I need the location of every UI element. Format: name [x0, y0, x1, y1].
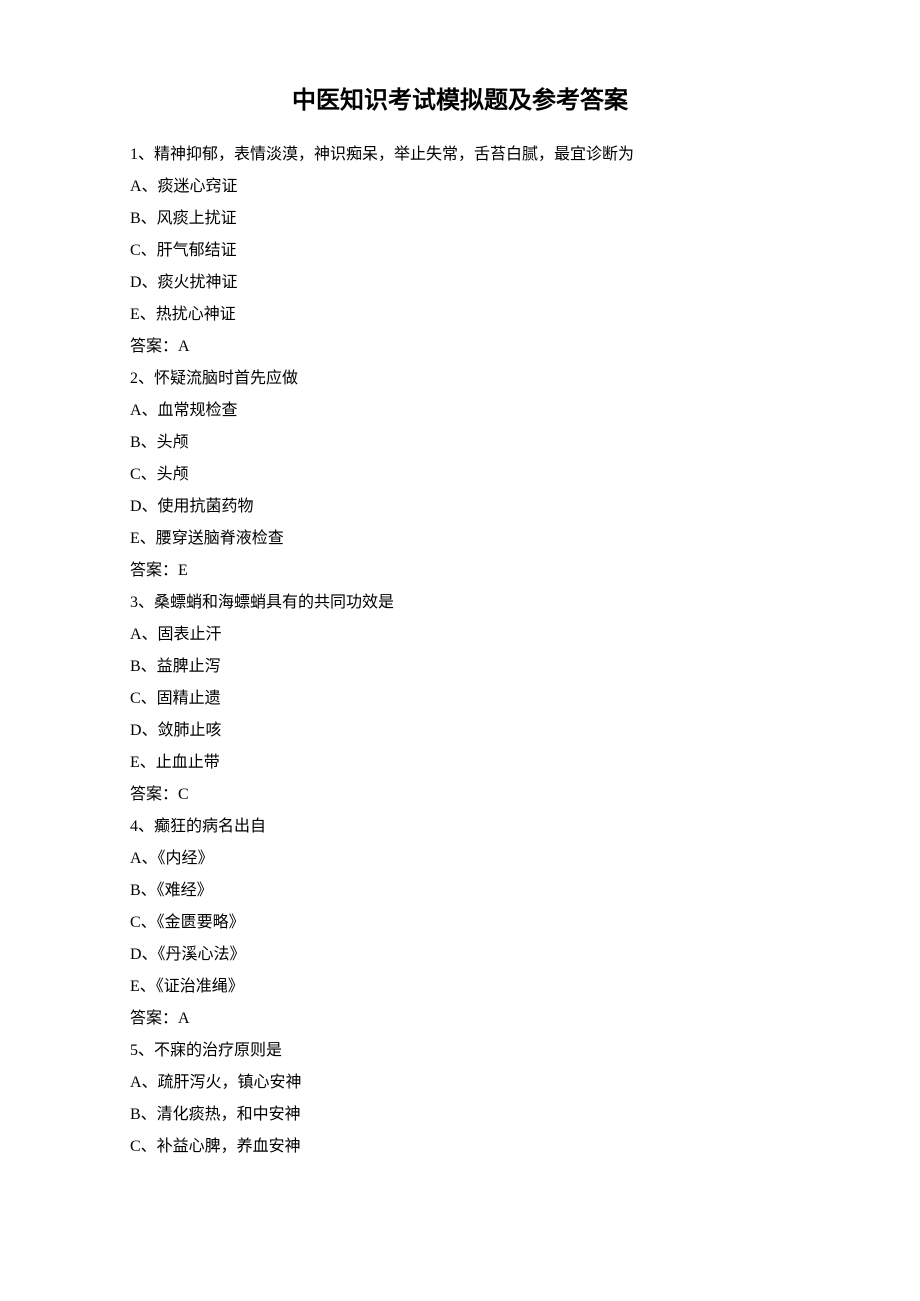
question-option: D、《丹溪心法》 [130, 939, 790, 971]
question-stem: 5、不寐的治疗原则是 [130, 1035, 790, 1067]
document-page: 中医知识考试模拟题及参考答案 1、精神抑郁，表情淡漠，神识痴呆，举止失常，舌苔白… [0, 0, 920, 1223]
question-stem: 4、癫狂的病名出自 [130, 811, 790, 843]
question-option: E、腰穿送脑脊液检查 [130, 523, 790, 555]
question-option: B、益脾止泻 [130, 651, 790, 683]
question-option: E、《证治准绳》 [130, 971, 790, 1003]
question-option: A、血常规检查 [130, 395, 790, 427]
question-option: B、《难经》 [130, 875, 790, 907]
question-option: A、《内经》 [130, 843, 790, 875]
question-option: A、疏肝泻火，镇心安神 [130, 1067, 790, 1099]
question-option: E、热扰心神证 [130, 299, 790, 331]
question-answer: 答案：A [130, 1003, 790, 1035]
question-stem: 2、怀疑流脑时首先应做 [130, 363, 790, 395]
question-answer: 答案：E [130, 555, 790, 587]
question-option: C、补益心脾，养血安神 [130, 1131, 790, 1163]
question-stem: 1、精神抑郁，表情淡漠，神识痴呆，举止失常，舌苔白腻，最宜诊断为 [130, 139, 790, 171]
question-answer: 答案：A [130, 331, 790, 363]
question-option: D、痰火扰神证 [130, 267, 790, 299]
question-option: D、敛肺止咳 [130, 715, 790, 747]
question-stem: 3、桑螵蛸和海螵蛸具有的共同功效是 [130, 587, 790, 619]
question-option: C、肝气郁结证 [130, 235, 790, 267]
document-title: 中医知识考试模拟题及参考答案 [130, 80, 790, 115]
question-option: A、固表止汗 [130, 619, 790, 651]
question-option: C、《金匮要略》 [130, 907, 790, 939]
question-option: A、痰迷心窍证 [130, 171, 790, 203]
question-answer: 答案：C [130, 779, 790, 811]
question-option: B、头颅 [130, 427, 790, 459]
question-option: D、使用抗菌药物 [130, 491, 790, 523]
question-option: B、清化痰热，和中安神 [130, 1099, 790, 1131]
question-option: B、风痰上扰证 [130, 203, 790, 235]
question-option: C、头颅 [130, 459, 790, 491]
question-option: E、止血止带 [130, 747, 790, 779]
question-option: C、固精止遗 [130, 683, 790, 715]
